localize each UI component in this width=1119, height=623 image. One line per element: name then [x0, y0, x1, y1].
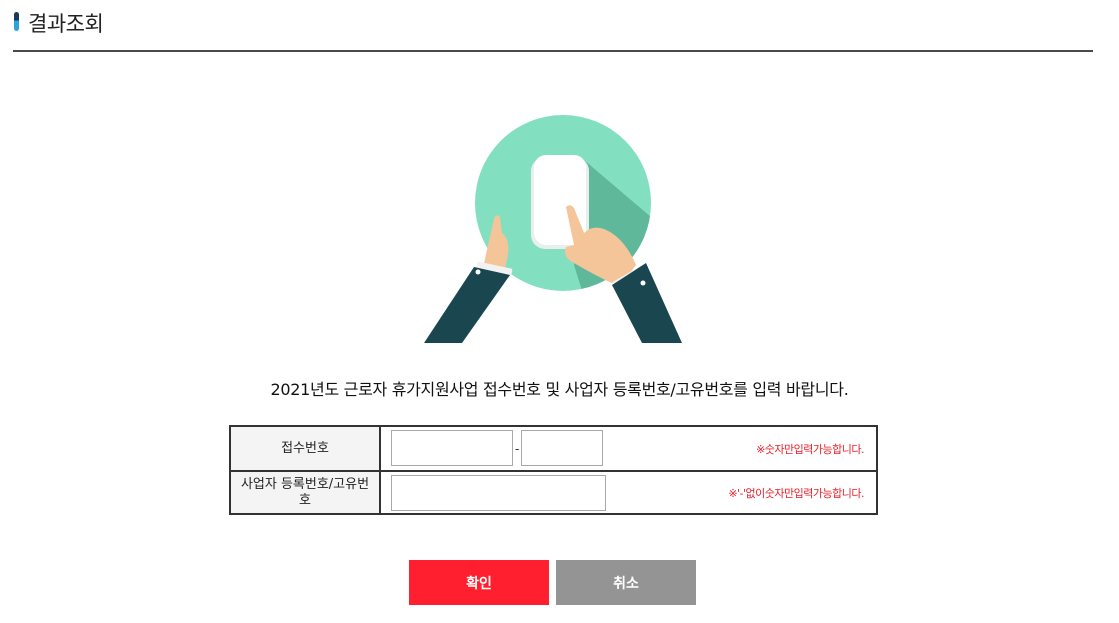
lookup-form: 접수번호 - ※숫자만입력가능합니다. 사업자 등록번호/고유번호 ※'-'없이…	[229, 425, 878, 515]
receipt-number-label-text: 접수번호	[281, 440, 329, 456]
receipt-number-label: 접수번호	[231, 427, 381, 470]
instruction-text: 2021년도 근로자 휴가지원사업 접수번호 및 사업자 등록번호/고유번호를 …	[270, 380, 849, 399]
business-number-row: 사업자 등록번호/고유번호 ※'-'없이숫자만입력가능합니다.	[231, 472, 876, 513]
business-number-label-text: 사업자 등록번호/고유번호	[240, 476, 370, 508]
receipt-number-separator: -	[515, 442, 520, 456]
receipt-number-row: 접수번호 - ※숫자만입력가능합니다.	[231, 427, 876, 472]
business-number-label: 사업자 등록번호/고유번호	[231, 472, 381, 513]
business-number-hint: ※'-'없이숫자만입력가능합니다.	[728, 487, 864, 500]
cancel-button[interactable]: 취소	[556, 560, 696, 605]
business-number-input[interactable]	[391, 475, 606, 511]
receipt-number-part1-input[interactable]	[391, 430, 513, 466]
page-title: 결과조회	[28, 12, 104, 36]
confirm-button[interactable]: 확인	[409, 560, 549, 605]
receipt-number-hint: ※숫자만입력가능합니다.	[756, 443, 864, 456]
title-marker-icon	[14, 12, 19, 31]
page-header: 결과조회	[13, 0, 1093, 52]
receipt-number-part2-input[interactable]	[521, 430, 603, 466]
hands-tapping-phone-illustration	[424, 115, 682, 343]
